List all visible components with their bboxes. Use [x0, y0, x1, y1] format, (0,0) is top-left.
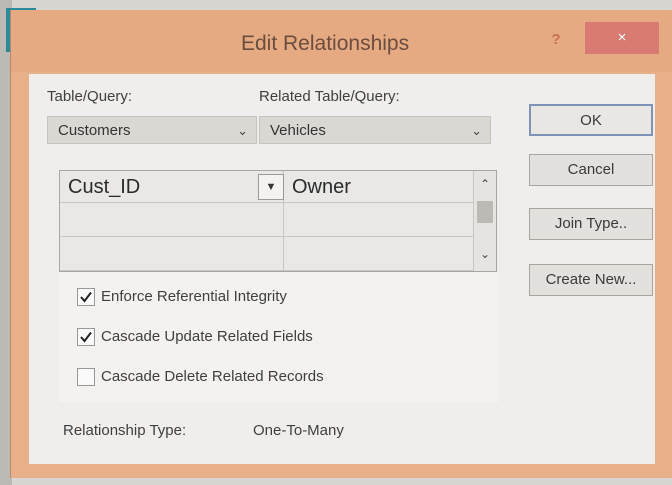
relationship-type-label: Relationship Type: [63, 422, 187, 439]
related-table-query-combo[interactable]: Vehicles ⌄ [259, 116, 491, 144]
cancel-button[interactable]: Cancel [529, 154, 653, 186]
cascade-delete-label[interactable]: Cascade Delete Related Records [101, 368, 324, 385]
enforce-referential-integrity-checkbox[interactable] [77, 288, 95, 306]
enforce-referential-integrity-label[interactable]: Enforce Referential Integrity [101, 288, 287, 305]
edit-relationships-dialog: Edit Relationships ? × Table/Query: Rela… [10, 10, 672, 478]
field-mapping-grid[interactable]: Cust_ID ▼ Owner ⌃ ⌄ [59, 170, 497, 272]
grid-cell-right-2[interactable] [284, 237, 474, 271]
relationship-type-value: One-To-Many [253, 422, 344, 439]
related-table-query-value: Vehicles [270, 122, 326, 139]
grid-cell-left-1[interactable] [60, 203, 284, 237]
grid-field-right: Owner [292, 176, 351, 198]
chevron-down-icon[interactable]: ▼ [258, 174, 284, 200]
help-button[interactable]: ? [541, 26, 571, 54]
scroll-thumb[interactable] [477, 201, 493, 223]
related-table-query-label: Related Table/Query: [259, 88, 400, 105]
table-query-value: Customers [58, 122, 131, 139]
grid-scrollbar[interactable]: ⌃ ⌄ [474, 171, 496, 271]
chevron-down-icon[interactable]: ⌄ [237, 117, 248, 145]
cascade-update-checkbox[interactable] [77, 328, 95, 346]
dialog-client-area: Table/Query: Related Table/Query: Custom… [29, 74, 655, 464]
join-type-button[interactable]: Join Type.. [529, 208, 653, 240]
title-bar[interactable]: Edit Relationships ? × [11, 10, 672, 72]
grid-cell-left-2[interactable] [60, 237, 284, 271]
checkmark-icon [80, 291, 92, 303]
table-query-combo[interactable]: Customers ⌄ [47, 116, 257, 144]
grid-cell-right-1[interactable] [284, 203, 474, 237]
cascade-delete-checkbox[interactable] [77, 368, 95, 386]
dialog-title: Edit Relationships [241, 32, 410, 55]
chevron-up-icon[interactable]: ⌃ [474, 177, 496, 191]
create-new-button[interactable]: Create New... [529, 264, 653, 296]
grid-cell-right-0[interactable]: Owner [284, 171, 474, 203]
chevron-down-icon[interactable]: ⌄ [474, 247, 496, 261]
close-button[interactable]: × [585, 22, 659, 54]
cascade-update-label[interactable]: Cascade Update Related Fields [101, 328, 313, 345]
table-query-label: Table/Query: [47, 88, 133, 105]
checkmark-icon [80, 331, 92, 343]
grid-cell-left-0[interactable]: Cust_ID ▼ [60, 171, 284, 203]
ok-button[interactable]: OK [529, 104, 653, 136]
chevron-down-icon[interactable]: ⌄ [471, 117, 482, 145]
grid-field-left: Cust_ID [68, 176, 141, 198]
